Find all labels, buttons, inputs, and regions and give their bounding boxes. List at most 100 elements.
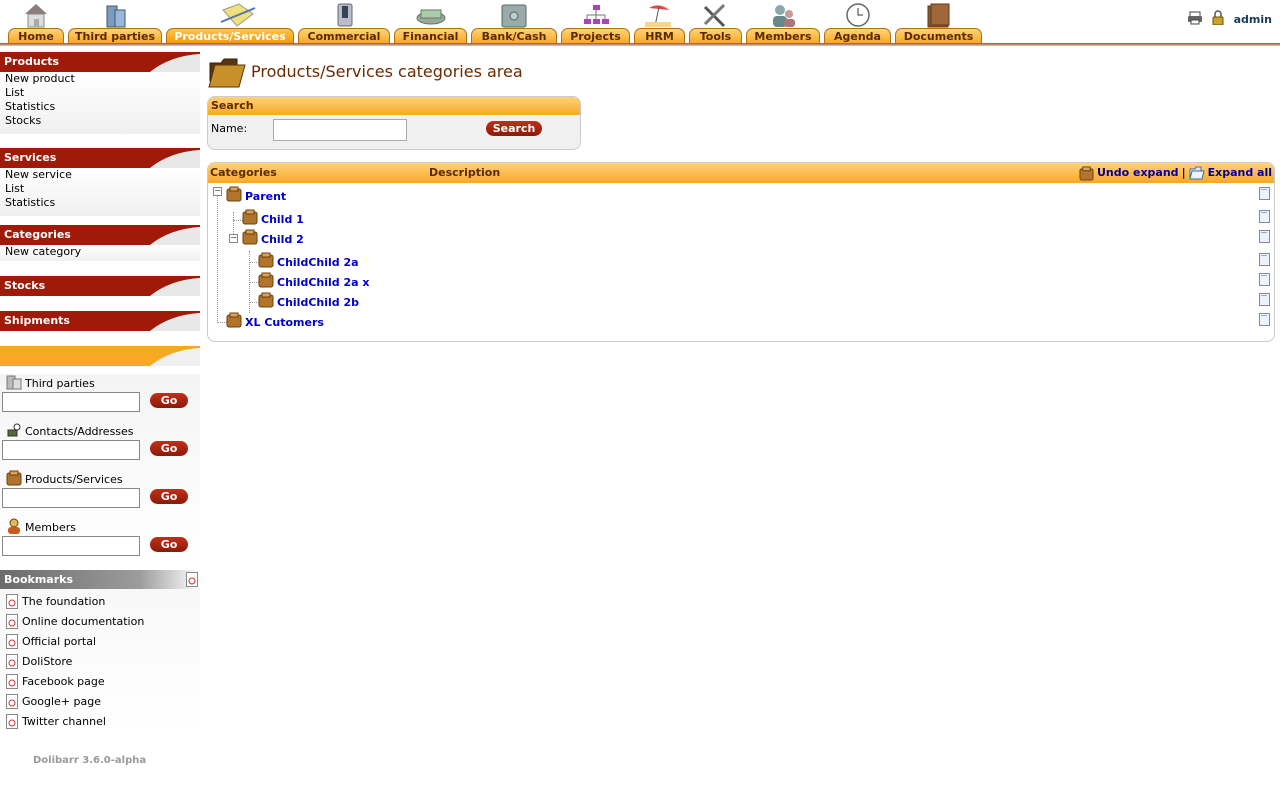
- clock-icon[interactable]: [843, 2, 873, 28]
- building-icon: [6, 375, 22, 390]
- category-link[interactable]: ChildChild 2b: [277, 296, 359, 309]
- quicksearch-third-parties-row: Go: [2, 392, 200, 414]
- tools-icon[interactable]: [700, 2, 730, 28]
- category-link[interactable]: Parent: [245, 190, 286, 203]
- beach-icon[interactable]: [643, 2, 673, 28]
- quicksearch-third-parties-input[interactable]: [2, 392, 140, 412]
- home-icon[interactable]: [21, 2, 51, 28]
- menu-products-list[interactable]: List: [5, 86, 200, 100]
- categories-table-header: Categories Description Undo expand | Exp…: [208, 163, 1274, 183]
- menu-products-statistics[interactable]: Statistics: [5, 100, 200, 114]
- menu-shipments-header[interactable]: Shipments: [0, 311, 200, 331]
- search-form: Search Name: Search: [207, 96, 581, 150]
- quicksearch-products-input[interactable]: [2, 488, 140, 508]
- menu-services-header[interactable]: Services: [0, 148, 200, 168]
- menu-new-service[interactable]: New service: [5, 168, 200, 182]
- menu-new-product[interactable]: New product: [5, 72, 200, 86]
- tab-agenda[interactable]: Agenda: [824, 28, 891, 43]
- menu-services-list[interactable]: List: [5, 182, 200, 196]
- search-name-label: Name:: [211, 122, 248, 135]
- menu-products-header[interactable]: Products: [0, 52, 200, 72]
- category-row: Child 1: [208, 209, 1274, 229]
- bookmark-item[interactable]: DoliStore: [6, 651, 200, 671]
- search-button[interactable]: Search: [486, 121, 542, 136]
- tab-tools[interactable]: Tools: [689, 28, 742, 43]
- money-icon[interactable]: [413, 2, 449, 28]
- expand-all-link[interactable]: Expand all: [1208, 163, 1272, 183]
- quicksearch-contacts-input[interactable]: [2, 440, 140, 460]
- category-link[interactable]: ChildChild 2a: [277, 256, 359, 269]
- quicksearch-contacts-go-button[interactable]: Go: [150, 441, 188, 456]
- menu-products-stocks[interactable]: Stocks: [5, 114, 200, 128]
- quicksearch-members-input[interactable]: [2, 536, 140, 556]
- bookmark-item[interactable]: Google+ page: [6, 691, 200, 711]
- bookmark-item[interactable]: Facebook page: [6, 671, 200, 691]
- bookmark-label: Online documentation: [22, 614, 145, 628]
- search-name-input[interactable]: [273, 119, 407, 141]
- document-icon[interactable]: [1259, 210, 1270, 223]
- quicksearch-products-go-button[interactable]: Go: [150, 489, 188, 504]
- document-icon[interactable]: [1259, 187, 1270, 200]
- bookmark-icon: [6, 693, 18, 709]
- bookmark-icon: [6, 673, 18, 689]
- building-icon[interactable]: [101, 2, 131, 28]
- quicksearch-third-parties-go-button[interactable]: Go: [150, 393, 188, 408]
- bookmark-item[interactable]: Online documentation: [6, 611, 200, 631]
- main-content: Products/Services categories area Search…: [207, 52, 1275, 342]
- tab-documents[interactable]: Documents: [895, 28, 982, 43]
- category-box-icon: [242, 229, 258, 245]
- document-icon[interactable]: [1259, 313, 1270, 326]
- add-bookmark-icon[interactable]: [186, 572, 198, 587]
- bookmark-icon: [6, 713, 18, 729]
- bookmark-item[interactable]: Twitter channel: [6, 711, 200, 731]
- menu-services-statistics[interactable]: Statistics: [5, 196, 200, 210]
- category-row: Child 2: [208, 229, 1274, 249]
- tab-third-parties[interactable]: Third parties: [68, 28, 162, 43]
- menu-stocks-title: Stocks: [4, 279, 46, 292]
- menu-services-body: New service List Statistics: [0, 168, 200, 216]
- tab-products-services[interactable]: Products/Services: [166, 28, 294, 43]
- quicksearch-members-row: Go: [2, 536, 200, 558]
- category-row: ChildChild 2b: [208, 292, 1274, 312]
- printer-icon[interactable]: [1187, 11, 1203, 28]
- folder-icon: [208, 58, 246, 88]
- category-box-icon: [242, 209, 258, 225]
- document-icon[interactable]: [1259, 253, 1270, 266]
- category-link[interactable]: ChildChild 2a x: [277, 276, 369, 289]
- category-link[interactable]: XL Cutomers: [245, 316, 324, 329]
- category-link[interactable]: Child 1: [261, 213, 304, 226]
- login-area: admin: [1187, 10, 1272, 28]
- document-icon[interactable]: [1259, 273, 1270, 286]
- bookmark-item[interactable]: The foundation: [6, 591, 200, 611]
- safe-icon[interactable]: [499, 2, 529, 28]
- bookmark-label: DoliStore: [22, 654, 73, 668]
- commercial-icon[interactable]: [330, 2, 360, 28]
- menu-new-category[interactable]: New category: [5, 245, 200, 259]
- document-icon[interactable]: [1259, 293, 1270, 306]
- tab-home[interactable]: Home: [8, 28, 64, 43]
- projects-icon[interactable]: [581, 2, 611, 28]
- bookmark-label: Twitter channel: [22, 714, 106, 728]
- undo-expand-link[interactable]: Undo expand: [1097, 163, 1179, 183]
- category-link[interactable]: Child 2: [261, 233, 304, 246]
- expand-separator: |: [1181, 166, 1186, 179]
- tab-commercial[interactable]: Commercial: [298, 28, 390, 43]
- menu-categories-header[interactable]: Categories: [0, 225, 200, 245]
- product-icon[interactable]: [217, 2, 257, 28]
- menu-stocks-header[interactable]: Stocks: [0, 276, 200, 296]
- tab-projects[interactable]: Projects: [561, 28, 630, 43]
- documents-icon[interactable]: [924, 2, 954, 28]
- members-icon[interactable]: [769, 2, 799, 28]
- login-user-link[interactable]: admin: [1234, 13, 1272, 26]
- left-menu: Products New product List Statistics Sto…: [0, 52, 200, 735]
- document-icon[interactable]: [1259, 230, 1270, 243]
- bookmark-item[interactable]: Official portal: [6, 631, 200, 651]
- tab-hrm[interactable]: HRM: [634, 28, 685, 43]
- menu-categories-title: Categories: [4, 228, 71, 241]
- lock-icon[interactable]: [1212, 10, 1224, 28]
- category-box-icon: [258, 292, 274, 308]
- tab-bank-cash[interactable]: Bank/Cash: [471, 28, 557, 43]
- quicksearch-members-go-button[interactable]: Go: [150, 537, 188, 552]
- tab-financial[interactable]: Financial: [394, 28, 467, 43]
- tab-members[interactable]: Members: [746, 28, 820, 43]
